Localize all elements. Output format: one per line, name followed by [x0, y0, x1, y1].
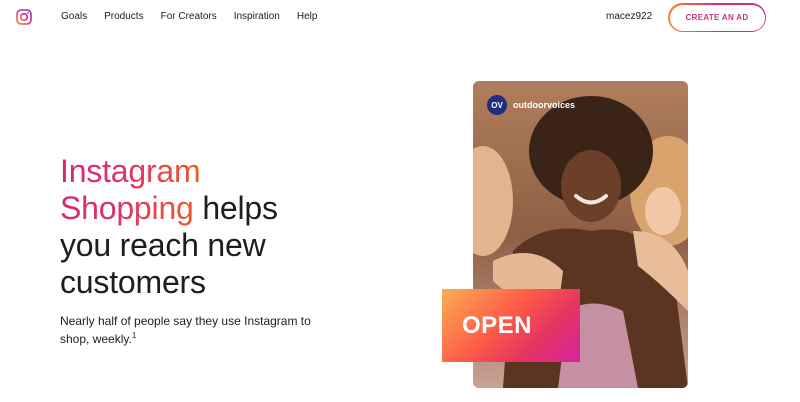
top-navigation: Goals Products For Creators Inspiration …: [0, 0, 800, 36]
headline-line3: you reach new: [60, 227, 266, 263]
nav-links: Goals Products For Creators Inspiration …: [61, 11, 334, 23]
headline-instagram: Instagram: [60, 153, 201, 189]
open-sticker: OPEN: [442, 289, 580, 362]
footnote-marker[interactable]: 1: [132, 331, 136, 340]
hero-text-block: Instagram Shopping helps you reach new c…: [60, 153, 360, 301]
nav-link-for-creators[interactable]: For Creators: [161, 11, 217, 23]
create-an-ad-button[interactable]: CREATE AN AD: [668, 3, 766, 32]
hero-subtext: Nearly half of people say they use Insta…: [60, 312, 340, 348]
account-avatar: OV: [487, 95, 507, 115]
nav-link-help[interactable]: Help: [297, 11, 318, 23]
headline-helps: helps: [193, 190, 278, 226]
nav-link-products[interactable]: Products: [104, 11, 143, 23]
hero-subtext-body: Nearly half of people say they use Insta…: [60, 314, 311, 346]
sticker-text: OPEN: [462, 311, 533, 339]
account-badge[interactable]: OV outdoorvoices: [487, 95, 575, 115]
nav-link-goals[interactable]: Goals: [61, 11, 87, 23]
headline-line4: customers: [60, 264, 206, 300]
headline-shopping: Shopping: [60, 190, 194, 226]
hero-headline: Instagram Shopping helps you reach new c…: [60, 153, 360, 301]
username-link[interactable]: macez922: [606, 11, 652, 23]
nav-link-inspiration[interactable]: Inspiration: [234, 11, 280, 23]
instagram-logo-icon[interactable]: [16, 9, 32, 25]
account-name: outdoorvoices: [513, 100, 576, 110]
create-an-ad-label: CREATE AN AD: [669, 4, 765, 31]
